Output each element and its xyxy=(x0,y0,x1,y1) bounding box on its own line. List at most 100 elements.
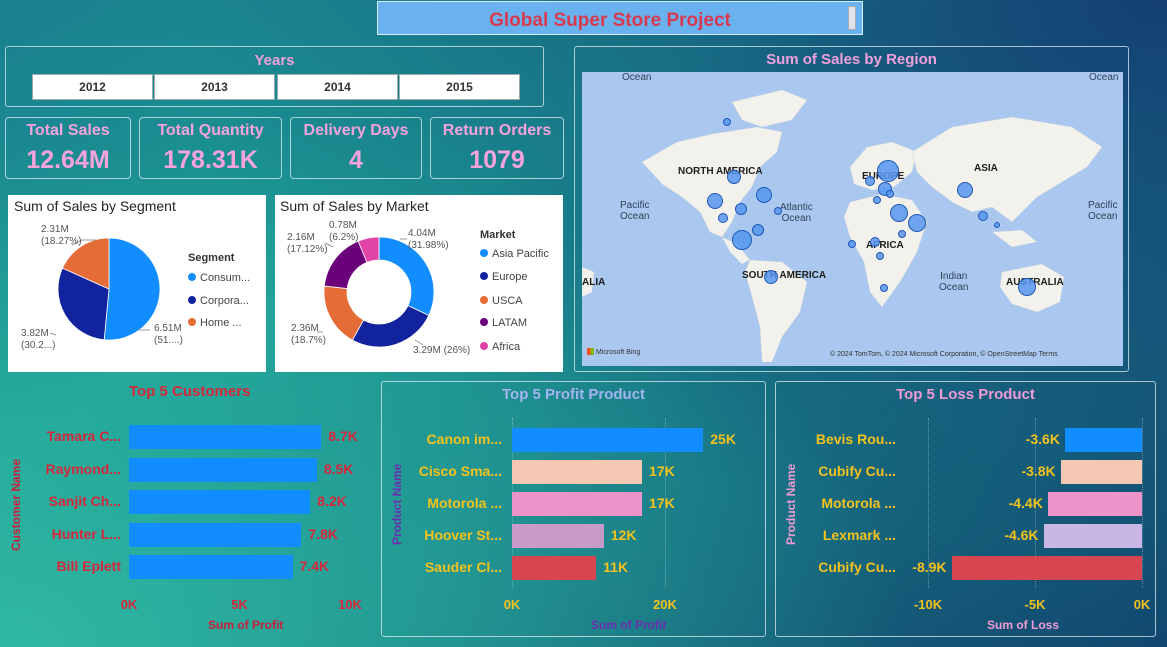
segment-legend-home[interactable]: Home ... xyxy=(188,317,242,329)
map-bubble[interactable] xyxy=(774,207,782,215)
bar-category-label: Canon im... xyxy=(426,431,502,447)
market-legend-latam[interactable]: LATAM xyxy=(480,317,527,329)
map-bubble[interactable] xyxy=(898,230,906,238)
bar-category-label: Cubify Cu... xyxy=(818,463,896,479)
legend-dot-icon xyxy=(480,342,488,350)
axis-tick-label: -10K xyxy=(913,597,943,612)
bar[interactable] xyxy=(951,556,1142,580)
market-legend-europe[interactable]: Europe xyxy=(480,271,527,283)
kpi-total-sales: Total Sales 12.64M xyxy=(5,117,131,179)
bar[interactable] xyxy=(512,524,604,548)
gridline xyxy=(1142,418,1143,588)
map-bubble[interactable] xyxy=(848,240,856,248)
bar[interactable] xyxy=(129,555,293,579)
title-scrollbar[interactable] xyxy=(848,6,856,30)
segment-legend-consumer[interactable]: Consum... xyxy=(188,272,250,284)
axis-tick-label: 5K xyxy=(231,597,248,612)
year-button-2012[interactable]: 2012 xyxy=(32,74,153,100)
top-loss-products-chart: Top 5 Loss Product Bevis Rou... -3.6K Cubi… xyxy=(775,381,1156,637)
market-label-latam: 2.16M (17.12%) xyxy=(287,232,328,255)
map-bubble[interactable] xyxy=(908,214,926,232)
customers-yaxis-title: Customer Name xyxy=(9,458,23,551)
bar-value-label: -4.4K xyxy=(1008,495,1043,511)
bar-value-label: 11K xyxy=(603,559,629,575)
bar[interactable] xyxy=(129,522,302,547)
year-button-2013[interactable]: 2013 xyxy=(154,74,275,100)
market-legend-title: Market xyxy=(480,229,516,241)
top-customers-title: Top 5 Customers xyxy=(129,383,251,400)
map-bubble[interactable] xyxy=(890,204,908,222)
pie-slice[interactable] xyxy=(103,237,161,341)
map-bubble[interactable] xyxy=(877,160,899,182)
map-bubble[interactable] xyxy=(718,213,728,223)
year-button-2015[interactable]: 2015 xyxy=(399,74,520,100)
map-bubble[interactable] xyxy=(886,190,894,198)
map-bubble[interactable] xyxy=(876,252,884,260)
map-bubble[interactable] xyxy=(723,118,731,126)
map-bubble[interactable] xyxy=(880,284,888,292)
bar[interactable] xyxy=(512,492,643,516)
year-button-2014[interactable]: 2014 xyxy=(277,74,398,100)
market-legend-usca[interactable]: USCA xyxy=(480,295,523,307)
bar[interactable] xyxy=(1043,524,1142,548)
map-bubble[interactable] xyxy=(735,203,747,215)
bar[interactable] xyxy=(1060,460,1142,484)
map-bubble[interactable] xyxy=(873,196,881,204)
market-legend-asia-pacific[interactable]: Asia Pacific xyxy=(480,248,549,260)
top-customers-chart: Top 5 Customers Tamara C... 8.7K Raymond..… xyxy=(0,380,374,645)
map-bubble[interactable] xyxy=(764,270,778,284)
map-label-alia: ALIA xyxy=(582,277,606,288)
kpi-label: Return Orders xyxy=(442,122,552,139)
market-donut-panel: Sum of Sales by Market 4.04M (31.98%) 3.2… xyxy=(275,195,563,372)
legend-dot-icon xyxy=(480,249,488,257)
map-bubble[interactable] xyxy=(978,211,988,221)
bar[interactable] xyxy=(129,425,322,449)
bar-category-label: Sauder Cl... xyxy=(424,559,502,575)
bar-value-label: 8.2K xyxy=(317,493,347,509)
bar-category-label: Cubify Cu... xyxy=(818,559,896,575)
bar[interactable] xyxy=(129,457,317,482)
bar-category-label: Cisco Sma... xyxy=(418,463,502,479)
map-bubble[interactable] xyxy=(1018,278,1036,296)
world-map[interactable]: Ocean Ocean NORTH AMERICA EUROPE ASIA AF… xyxy=(582,72,1123,366)
map-bubble[interactable] xyxy=(957,182,973,198)
bar[interactable] xyxy=(129,490,311,514)
map-title: Sum of Sales by Region xyxy=(766,51,937,68)
axis-tick-label: -5K xyxy=(1024,597,1046,612)
map-bubble[interactable] xyxy=(732,230,752,250)
title-bar: Global Super Store Project xyxy=(377,1,863,35)
axis-tick-label: 0K xyxy=(1133,597,1151,612)
region-map-panel: Sum of Sales by Region Ocean Ocean NORTH… xyxy=(574,46,1129,372)
bar-category-label: Motorola ... xyxy=(427,495,502,511)
market-legend-africa[interactable]: Africa xyxy=(480,341,520,353)
map-bubble[interactable] xyxy=(727,170,741,184)
market-label-asia-pacific: 4.04M (31.98%) xyxy=(408,228,449,251)
pie-slice[interactable] xyxy=(351,305,430,348)
bar-value-label: -3.6K xyxy=(1025,431,1060,447)
map-bubble[interactable] xyxy=(865,176,875,186)
kpi-value: 1079 xyxy=(469,146,525,174)
bar[interactable] xyxy=(1047,492,1142,516)
bar[interactable] xyxy=(512,556,597,580)
bar[interactable] xyxy=(512,460,643,484)
pie-slice[interactable] xyxy=(323,240,368,289)
map-bubble[interactable] xyxy=(752,224,764,236)
bar[interactable] xyxy=(1064,428,1142,452)
bar-category-label: Sanjit Ch... xyxy=(48,493,121,509)
map-label-ocean-tl: Ocean xyxy=(622,72,652,83)
map-bubble[interactable] xyxy=(707,193,723,209)
segment-legend-corporate[interactable]: Corpora... xyxy=(188,295,249,307)
legend-dot-icon xyxy=(480,318,488,326)
bar-value-label: 17K xyxy=(649,495,675,511)
map-bubble[interactable] xyxy=(756,187,772,203)
page-title: Global Super Store Project xyxy=(489,10,731,31)
segment-label-corporate: 3.82M (30.2...) xyxy=(21,328,56,351)
map-bubble[interactable] xyxy=(870,237,880,247)
map-attribution[interactable]: © 2024 TomTom, © 2024 Microsoft Corporat… xyxy=(830,351,1058,358)
bar-value-label: 8.7K xyxy=(328,428,358,444)
market-label-europe: 3.29M (26%) xyxy=(413,345,471,356)
years-slicer: Years 2012 2013 2014 2015 xyxy=(5,46,544,107)
map-bubble[interactable] xyxy=(994,222,1000,228)
bar[interactable] xyxy=(512,428,704,452)
bar-value-label: -4.6K xyxy=(1004,527,1039,543)
